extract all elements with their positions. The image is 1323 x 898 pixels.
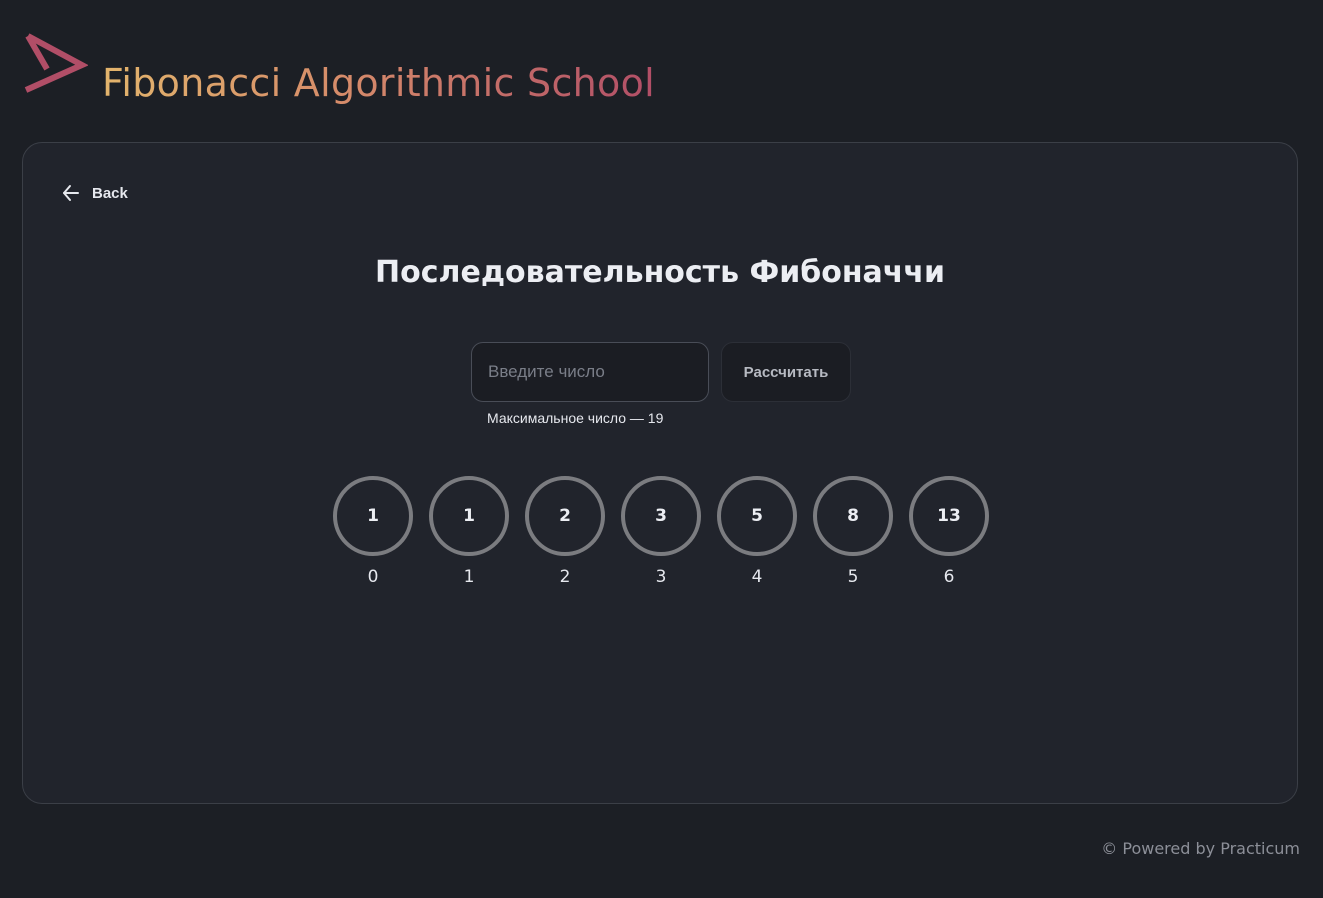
calculate-button[interactable]: Рассчитать: [721, 342, 851, 402]
sequence-circle: 1: [429, 476, 509, 556]
sequence-circle: 1: [333, 476, 413, 556]
sequence-item: 85: [813, 476, 893, 596]
max-number-hint: Максимальное число — 19: [487, 410, 664, 426]
page-title: Последовательность Фибоначчи: [375, 255, 945, 290]
sequence-circle: 2: [525, 476, 605, 556]
footer-credit: © Powered by Practicum: [1101, 839, 1300, 858]
sequence-item: 33: [621, 476, 701, 596]
page: Fibonacci Algorithmic School Back Послед…: [0, 0, 1323, 898]
sequence-item: 54: [717, 476, 797, 596]
sequence-item: 13 6: [909, 476, 989, 596]
arrow-left-icon: [63, 185, 79, 201]
sequence-item: 22: [525, 476, 605, 596]
sequence-index: 1: [463, 567, 475, 587]
sequence-index: 2: [559, 567, 571, 587]
sequence-index: 4: [751, 567, 763, 587]
sequence-index: 6: [943, 567, 955, 587]
fibonacci-sequence: 1 0 1 1 2 2 3 3 5 4 8 5 13 6: [333, 476, 993, 596]
sequence-index: 0: [367, 567, 379, 587]
back-button[interactable]: Back: [61, 181, 128, 205]
back-label: Back: [92, 184, 128, 202]
sequence-item: 11: [429, 476, 509, 596]
sequence-index: 5: [847, 567, 859, 587]
number-input[interactable]: [471, 342, 709, 402]
sequence-index: 3: [655, 567, 667, 587]
sequence-circle: 13: [909, 476, 989, 556]
sequence-circle: 8: [813, 476, 893, 556]
sequence-circle: 5: [717, 476, 797, 556]
sequence-circle: 3: [621, 476, 701, 556]
main-card: Back Последовательность Фибоначчи Максим…: [22, 142, 1298, 804]
app-title: Fibonacci Algorithmic School: [102, 61, 655, 105]
sequence-item: 10: [333, 476, 413, 596]
triangle-logo-icon: [24, 33, 88, 93]
header: Fibonacci Algorithmic School: [22, 30, 742, 110]
